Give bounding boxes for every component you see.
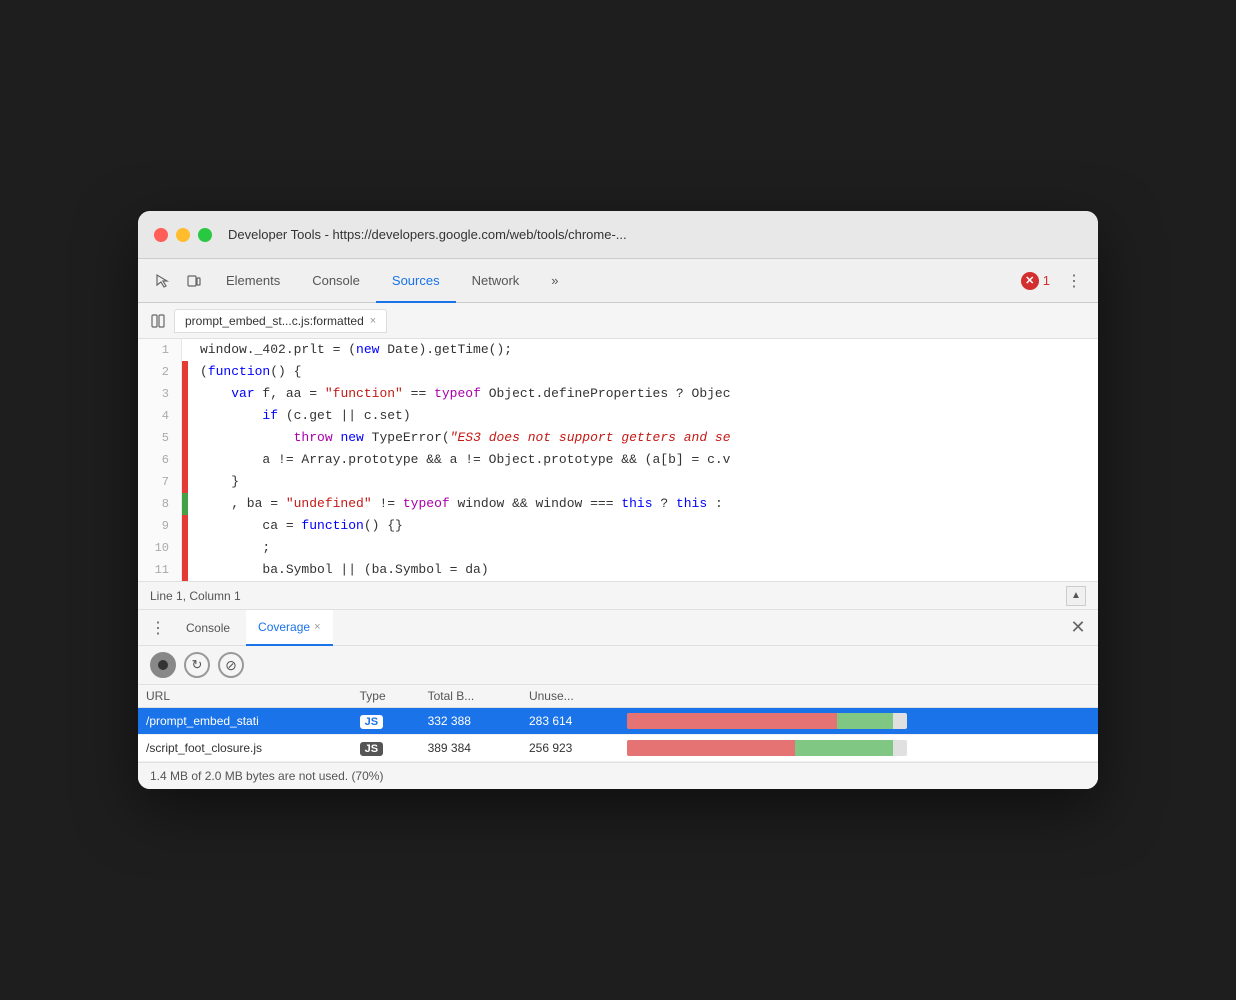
coverage-toolbar: ↻ ⊘ (138, 646, 1098, 685)
tab-coverage[interactable]: Coverage × (246, 610, 332, 646)
devtools-menu-icon[interactable]: ⋮ (1058, 265, 1090, 297)
unused-bar (627, 713, 837, 729)
code-line-7: 7 } (138, 471, 1098, 493)
error-count: ✕ (1021, 272, 1039, 290)
code-editor: 1 window._402.prlt = (new Date).getTime(… (138, 339, 1098, 582)
code-line-8: 8 , ba = "undefined" != typeof window &&… (138, 493, 1098, 515)
code-line-1: 1 window._402.prlt = (new Date).getTime(… (138, 339, 1098, 361)
cursor-position: Line 1, Column 1 (150, 589, 241, 603)
code-line-11: 11 ba.Symbol || (ba.Symbol = da) (138, 559, 1098, 581)
sources-subbar: prompt_embed_st...c.js:formatted × (138, 303, 1098, 339)
maximize-button[interactable] (198, 228, 212, 242)
coverage-footer: 1.4 MB of 2.0 MB bytes are not used. (70… (138, 762, 1098, 789)
cell-url: /script_foot_closure.js (138, 735, 352, 762)
code-line-2: 2 (function() { (138, 361, 1098, 383)
tab-console-bottom[interactable]: Console (174, 610, 242, 646)
bottom-menu-icon[interactable]: ⋮ (146, 616, 170, 640)
code-line-9: 9 ca = function() {} (138, 515, 1098, 537)
tab-elements[interactable]: Elements (210, 259, 296, 303)
code-line-10: 10 ; (138, 537, 1098, 559)
tab-more[interactable]: » (535, 259, 574, 303)
clear-button[interactable]: ⊘ (218, 652, 244, 678)
usage-bar (627, 713, 907, 729)
file-tab-close[interactable]: × (370, 315, 376, 327)
col-total: Total B... (420, 685, 521, 708)
error-count-label: 1 (1043, 273, 1050, 288)
tab-network[interactable]: Network (456, 259, 536, 303)
col-bar (619, 685, 1098, 708)
inspect-icon[interactable] (146, 265, 178, 297)
cell-total: 332 388 (420, 708, 521, 735)
sources-panel: prompt_embed_st...c.js:formatted × 1 win… (138, 303, 1098, 610)
col-url: URL (138, 685, 352, 708)
cell-unused: 256 923 (521, 735, 619, 762)
record-button[interactable] (150, 652, 176, 678)
devtools-window: Developer Tools - https://developers.goo… (138, 211, 1098, 789)
window-title: Developer Tools - https://developers.goo… (228, 227, 627, 242)
cell-type: JS (352, 708, 420, 735)
refresh-button[interactable]: ↻ (184, 652, 210, 678)
used-bar (795, 740, 893, 756)
tab-sources[interactable]: Sources (376, 259, 456, 303)
unused-bar (627, 740, 795, 756)
table-row[interactable]: /script_foot_closure.js JS 389 384 256 9… (138, 735, 1098, 762)
scroll-up-button[interactable]: ▲ (1066, 586, 1086, 606)
code-line-4: 4 if (c.get || c.set) (138, 405, 1098, 427)
close-panel-button[interactable]: ✕ (1066, 616, 1090, 640)
cell-bar (619, 735, 1098, 762)
bottom-panel: ⋮ Console Coverage × ✕ ↻ ⊘ URL T (138, 610, 1098, 789)
cell-type: JS (352, 735, 420, 762)
devtools-tab-bar: Elements Console Sources Network » ✕ 1 ⋮ (138, 259, 1098, 303)
device-toolbar-icon[interactable] (178, 265, 210, 297)
coverage-summary: 1.4 MB of 2.0 MB bytes are not used. (70… (150, 769, 383, 783)
traffic-lights (154, 228, 212, 242)
coverage-tab-close[interactable]: × (314, 621, 320, 633)
col-type: Type (352, 685, 420, 708)
error-badge[interactable]: ✕ 1 (1021, 272, 1050, 290)
used-bar (837, 713, 893, 729)
file-tab-label: prompt_embed_st...c.js:formatted (185, 314, 364, 328)
usage-bar (627, 740, 907, 756)
cell-bar (619, 708, 1098, 735)
close-button[interactable] (154, 228, 168, 242)
code-line-3: 3 var f, aa = "function" == typeof Objec… (138, 383, 1098, 405)
show-navigator-icon[interactable] (146, 309, 170, 333)
title-bar: Developer Tools - https://developers.goo… (138, 211, 1098, 259)
table-row[interactable]: /prompt_embed_stati JS 332 388 283 614 (138, 708, 1098, 735)
table-header-row: URL Type Total B... Unuse... (138, 685, 1098, 708)
code-line-6: 6 a != Array.prototype && a != Object.pr… (138, 449, 1098, 471)
cell-unused: 283 614 (521, 708, 619, 735)
minimize-button[interactable] (176, 228, 190, 242)
cell-url: /prompt_embed_stati (138, 708, 352, 735)
coverage-table: URL Type Total B... Unuse... /prompt_emb… (138, 685, 1098, 762)
status-bar: Line 1, Column 1 ▲ (138, 582, 1098, 610)
cell-total: 389 384 (420, 735, 521, 762)
file-tab[interactable]: prompt_embed_st...c.js:formatted × (174, 309, 387, 333)
code-line-5: 5 throw new TypeError("ES3 does not supp… (138, 427, 1098, 449)
col-unused: Unuse... (521, 685, 619, 708)
tab-console[interactable]: Console (296, 259, 376, 303)
bottom-tabs-bar: ⋮ Console Coverage × ✕ (138, 610, 1098, 646)
